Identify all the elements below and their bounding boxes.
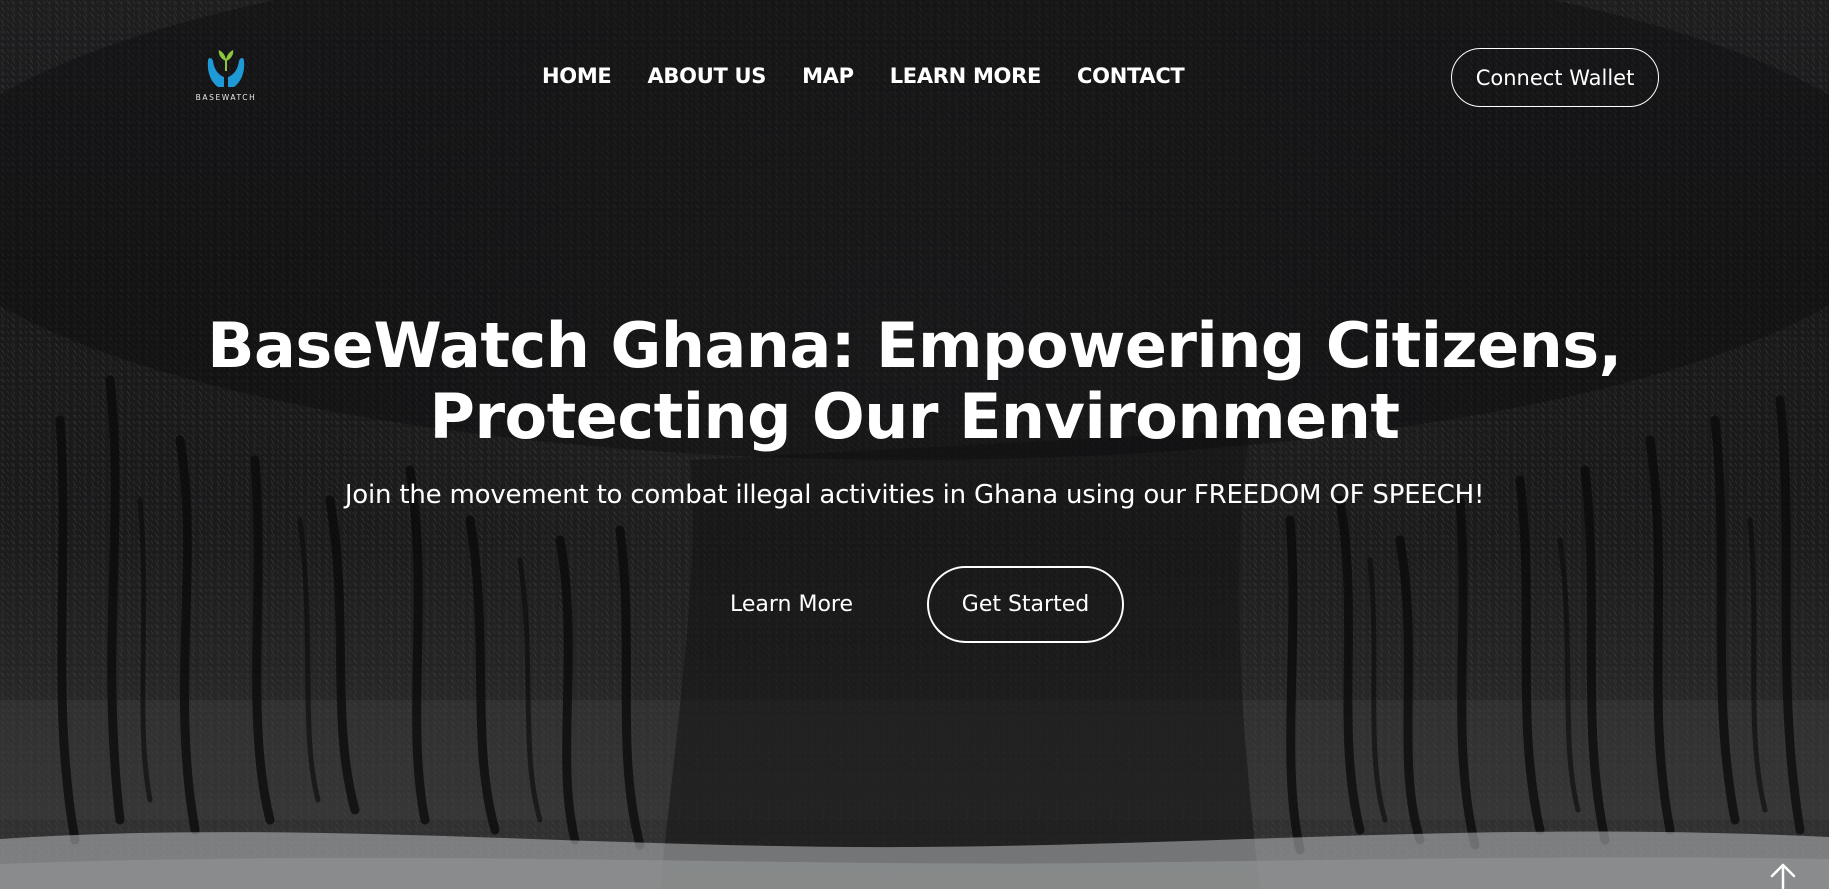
- hero-section: BASEWATCH HOME ABOUT US MAP LEARN MORE C…: [0, 0, 1829, 889]
- nav-item-about-us[interactable]: ABOUT US: [647, 64, 766, 88]
- main-nav: HOME ABOUT US MAP LEARN MORE CONTACT: [542, 64, 1185, 88]
- hero-subtitle: Join the movement to combat illegal acti…: [344, 480, 1485, 510]
- get-started-button[interactable]: Get Started: [927, 566, 1124, 643]
- learn-more-button[interactable]: Learn More: [730, 592, 853, 617]
- bottom-wave-divider: [0, 831, 1829, 889]
- hero-title: BaseWatch Ghana: Empowering Citizens, Pr…: [0, 310, 1829, 452]
- arrow-up-icon[interactable]: [1766, 862, 1800, 889]
- hands-sprout-icon: [207, 50, 245, 87]
- brand-logo[interactable]: BASEWATCH: [190, 47, 262, 105]
- nav-item-home[interactable]: HOME: [542, 64, 612, 88]
- nav-item-learn-more[interactable]: LEARN MORE: [890, 64, 1042, 88]
- nav-item-map[interactable]: MAP: [802, 64, 854, 88]
- logo-wordmark: BASEWATCH: [195, 93, 257, 102]
- hero-title-line-2: Protecting Our Environment: [429, 380, 1400, 453]
- hero-title-line-1: BaseWatch Ghana: Empowering Citizens,: [207, 309, 1622, 382]
- connect-wallet-button[interactable]: Connect Wallet: [1451, 48, 1659, 107]
- nav-item-contact[interactable]: CONTACT: [1077, 64, 1185, 88]
